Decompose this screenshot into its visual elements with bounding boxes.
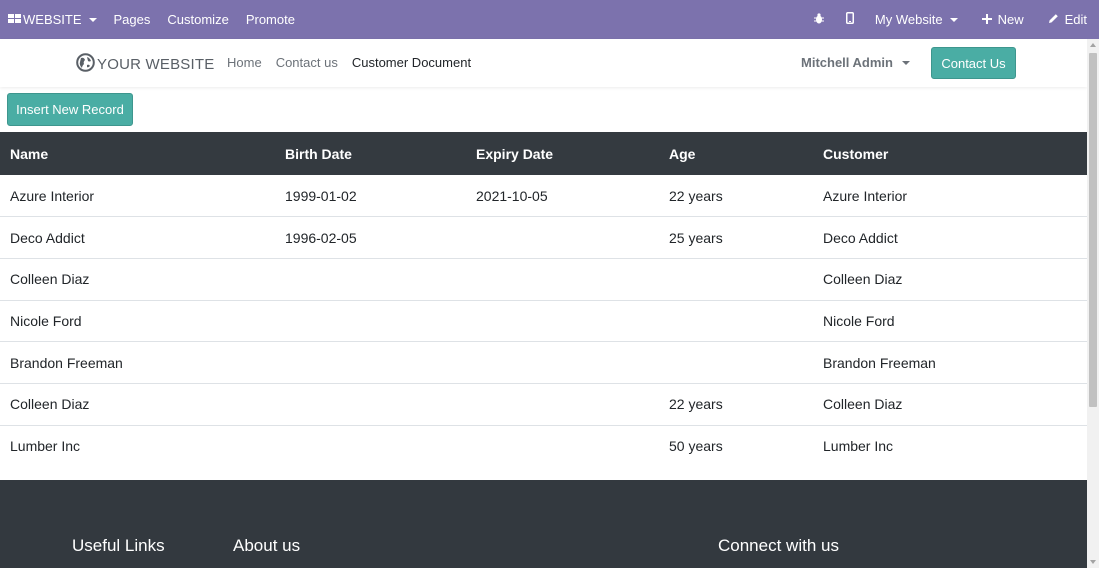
- page-scrollbar[interactable]: [1087, 39, 1099, 568]
- table-row[interactable]: Colleen Diaz Colleen Diaz: [0, 257, 1087, 301]
- cell-expiry-date: 2021-10-05: [476, 187, 548, 204]
- new-button[interactable]: New: [981, 0, 1024, 39]
- cell-name: Azure Interior: [10, 187, 95, 204]
- cell-age: [659, 257, 813, 301]
- nav-customer-document[interactable]: Customer Document: [352, 55, 471, 70]
- customize-menu[interactable]: Customize: [167, 0, 228, 39]
- cell-birth-date: 1999-01-02: [285, 187, 357, 204]
- nav-home[interactable]: Home: [227, 55, 262, 70]
- website-app-label: WEBSITE: [23, 12, 82, 27]
- website-app-menu[interactable]: WEBSITE: [8, 0, 97, 39]
- logo-text: YOUR WEBSITE: [97, 56, 215, 73]
- site-header: YOUR WEBSITE Home Contact us Customer Do…: [0, 39, 1087, 87]
- globe-icon: [76, 53, 97, 76]
- cell-expiry-date: [466, 341, 659, 384]
- site-footer: Useful Links About us Connect with us: [0, 480, 1087, 568]
- column-header-expiry-date: Expiry Date: [466, 132, 659, 175]
- cell-birth-date: 1996-02-05: [275, 216, 466, 259]
- cell-expiry-date: [466, 299, 659, 342]
- cell-customer: Nicole Ford: [813, 299, 1087, 342]
- new-label: New: [997, 12, 1024, 27]
- chevron-down-icon: [901, 61, 910, 65]
- cell-birth-date: [275, 382, 466, 426]
- cell-name: Brandon Freeman: [0, 341, 275, 384]
- footer-heading-connect: Connect with us: [718, 536, 839, 555]
- debug-button[interactable]: [813, 0, 824, 39]
- scroll-down-arrow-icon[interactable]: [1090, 560, 1096, 564]
- chevron-down-icon: [88, 18, 97, 22]
- cell-customer: Colleen Diaz: [813, 382, 1087, 426]
- cell-expiry-date: [466, 424, 659, 467]
- table-row[interactable]: Nicole Ford Nicole Ford: [0, 299, 1087, 342]
- cell-age: 50 years: [659, 424, 813, 467]
- cell-birth-date: [275, 424, 466, 467]
- edit-bar-right: My Website New Edit: [813, 0, 1087, 39]
- cell-age: 25 years: [659, 216, 813, 259]
- footer-heading-useful-links: Useful Links: [72, 536, 165, 555]
- website-selector[interactable]: My Website: [875, 0, 958, 39]
- table-row[interactable]: Deco Addict 1996-02-05 25 years Deco Add…: [0, 216, 1087, 259]
- promote-menu[interactable]: Promote: [246, 0, 295, 39]
- cell-expiry-date: [466, 257, 659, 301]
- column-header-birth-date: Birth Date: [275, 132, 466, 175]
- table-row[interactable]: Azure Interior 1999-01-02 2021-10-05 22 …: [0, 175, 1087, 217]
- footer-heading-about-us: About us: [233, 536, 301, 555]
- cell-birth-date: [275, 341, 466, 384]
- cell-name: Deco Addict: [0, 216, 275, 259]
- column-header-age: Age: [659, 132, 813, 175]
- user-menu[interactable]: Mitchell Admin: [801, 55, 910, 70]
- website-selector-label: My Website: [874, 12, 943, 27]
- cell-name: Nicole Ford: [0, 299, 275, 342]
- cell-customer: Brandon Freeman: [813, 341, 1087, 384]
- apps-grid-icon: [8, 12, 21, 27]
- insert-new-record-button[interactable]: Insert New Record: [7, 93, 133, 126]
- pencil-icon: [1048, 12, 1059, 27]
- cell-customer: Lumber Inc: [813, 424, 1087, 467]
- plus-icon: [981, 12, 992, 27]
- cell-name: Colleen Diaz: [0, 257, 275, 301]
- table-row[interactable]: Brandon Freeman Brandon Freeman: [0, 341, 1087, 384]
- cell-customer: Azure Interior: [823, 187, 908, 204]
- site-logo[interactable]: YOUR WEBSITE: [76, 53, 214, 76]
- pages-menu[interactable]: Pages: [114, 0, 151, 39]
- edit-label: Edit: [1064, 12, 1087, 27]
- mobile-preview-button[interactable]: [845, 0, 854, 39]
- cell-customer: Deco Addict: [813, 216, 1087, 259]
- contact-us-button[interactable]: Contact Us: [931, 47, 1016, 79]
- edit-bar-left: WEBSITE Pages Customize Promote: [8, 0, 312, 39]
- column-header-name: Name: [0, 132, 275, 175]
- scrollbar-thumb[interactable]: [1089, 53, 1097, 407]
- cell-name: Colleen Diaz: [0, 382, 275, 426]
- cell-birth-date: [275, 257, 466, 301]
- customer-document-table: Name Birth Date Expiry Date Age Customer…: [0, 132, 1087, 467]
- cell-age: [659, 299, 813, 342]
- cell-expiry-date: [466, 216, 659, 259]
- edit-button[interactable]: Edit: [1048, 0, 1087, 39]
- table-row[interactable]: Lumber Inc 50 years Lumber Inc: [0, 424, 1087, 467]
- bug-icon: [813, 12, 824, 27]
- table-header-row: Name Birth Date Expiry Date Age Customer: [0, 132, 1087, 175]
- scroll-up-arrow-icon[interactable]: [1090, 43, 1096, 47]
- cell-birth-date: [275, 299, 466, 342]
- cell-expiry-date: [466, 382, 659, 426]
- mobile-icon: [845, 12, 854, 27]
- chevron-down-icon: [949, 18, 958, 22]
- cell-age: [659, 341, 813, 384]
- column-header-customer: Customer: [813, 132, 1087, 175]
- cell-age: 22 years: [669, 187, 723, 204]
- website-edit-bar: WEBSITE Pages Customize Promote My Websi…: [0, 0, 1099, 39]
- table-row[interactable]: Colleen Diaz 22 years Colleen Diaz: [0, 382, 1087, 426]
- user-name: Mitchell Admin: [801, 55, 893, 70]
- nav-contact-us[interactable]: Contact us: [276, 55, 338, 70]
- cell-age: 22 years: [659, 382, 813, 426]
- main-nav: Home Contact us Customer Document: [227, 55, 485, 70]
- cell-customer: Colleen Diaz: [813, 257, 1087, 301]
- cell-name: Lumber Inc: [0, 424, 275, 467]
